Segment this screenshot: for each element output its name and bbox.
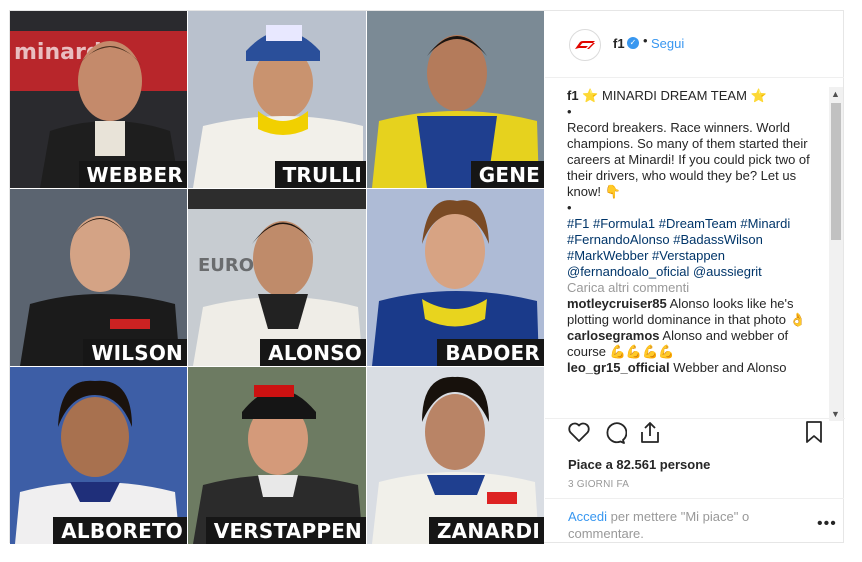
comment-item: leo_gr15_official Webber and Alonso [567,360,787,375]
driver-name: TRULLI [274,161,366,188]
comment-item: motleycruiser85 Alonso looks like he's p… [567,296,806,327]
comment-icon[interactable] [603,421,628,450]
caption-username[interactable]: f1 [567,88,579,103]
caption-body: Record breakers. Race winners. World cha… [567,120,810,199]
verified-badge-icon: ✓ [627,37,639,49]
driver-tile-gene: GENE [367,11,544,188]
login-prompt: Accedi per mettere "Mi piace" o commenta… [568,509,750,541]
driver-tile-verstappen: VERSTAPPEN [188,367,366,544]
separator-dot: • [643,33,648,48]
driver-tile-zanardi: ZANARDI [367,367,544,544]
username[interactable]: f1 [613,36,625,51]
driver-name: BADOER [437,339,544,366]
driver-tile-trulli: TRULLI [188,11,366,188]
caption-bullet: • [567,200,572,215]
driver-name: GENE [470,161,544,188]
scroll-down-icon[interactable]: ▼ [831,409,840,419]
heart-icon[interactable] [567,421,591,448]
share-icon[interactable] [639,421,661,450]
post-sidebar: f1 ✓ • Segui f1 ⭐ MINARDI DREAM TEAM ⭐ •… [545,11,845,544]
caption-title: f1 ⭐ MINARDI DREAM TEAM ⭐ [567,88,767,103]
post-image-grid[interactable]: minardi WEBBER TRULLI GENE WILSON EUROPE… [10,11,544,544]
driver-name: ZANARDI [428,517,544,544]
action-bar [563,421,825,451]
post-timestamp: 3 GIORNI FA [568,479,630,490]
post-header: f1 ✓ • Segui [545,11,844,78]
comments-scrollbar[interactable]: ▲ ▼ [829,87,843,421]
comment-item: carlosegramos Alonso and webber of cours… [567,328,789,359]
driver-tile-alonso: EUROPEAN ALONSO [188,189,366,366]
follow-button[interactable]: Segui [651,36,684,51]
load-more-comments-link[interactable]: Carica altri commenti [567,280,829,296]
avatar[interactable] [569,29,601,61]
more-options-icon[interactable]: ••• [817,515,837,533]
caption-bullet: • [567,104,572,119]
comments-panel[interactable]: f1 ⭐ MINARDI DREAM TEAM ⭐ • Record break… [545,78,845,419]
instagram-post-card: minardi WEBBER TRULLI GENE WILSON EUROPE… [9,10,845,544]
driver-name: WILSON [83,339,187,366]
driver-name: ALONSO [260,339,366,366]
driver-name: WEBBER [78,161,187,188]
driver-name: ALBORETO [53,517,187,544]
scrollbar-thumb[interactable] [831,103,841,240]
f1-logo-icon [575,41,595,49]
driver-tile-webber: minardi WEBBER [10,11,187,188]
login-link[interactable]: Accedi [568,509,607,524]
driver-tile-wilson: WILSON [10,189,187,366]
driver-tile-alboreto: ALBORETO [10,367,187,544]
add-comment-section: Accedi per mettere "Mi piace" o commenta… [545,498,844,544]
driver-tile-badoer: BADOER [367,189,544,366]
driver-name: VERSTAPPEN [205,517,366,544]
likes-count[interactable]: Piace a 82.561 persone [568,457,710,472]
scroll-up-icon[interactable]: ▲ [831,89,840,99]
caption-hashtags[interactable]: #F1 #Formula1 #DreamTeam #Minardi #Ferna… [567,216,829,280]
bookmark-icon[interactable] [805,421,823,448]
